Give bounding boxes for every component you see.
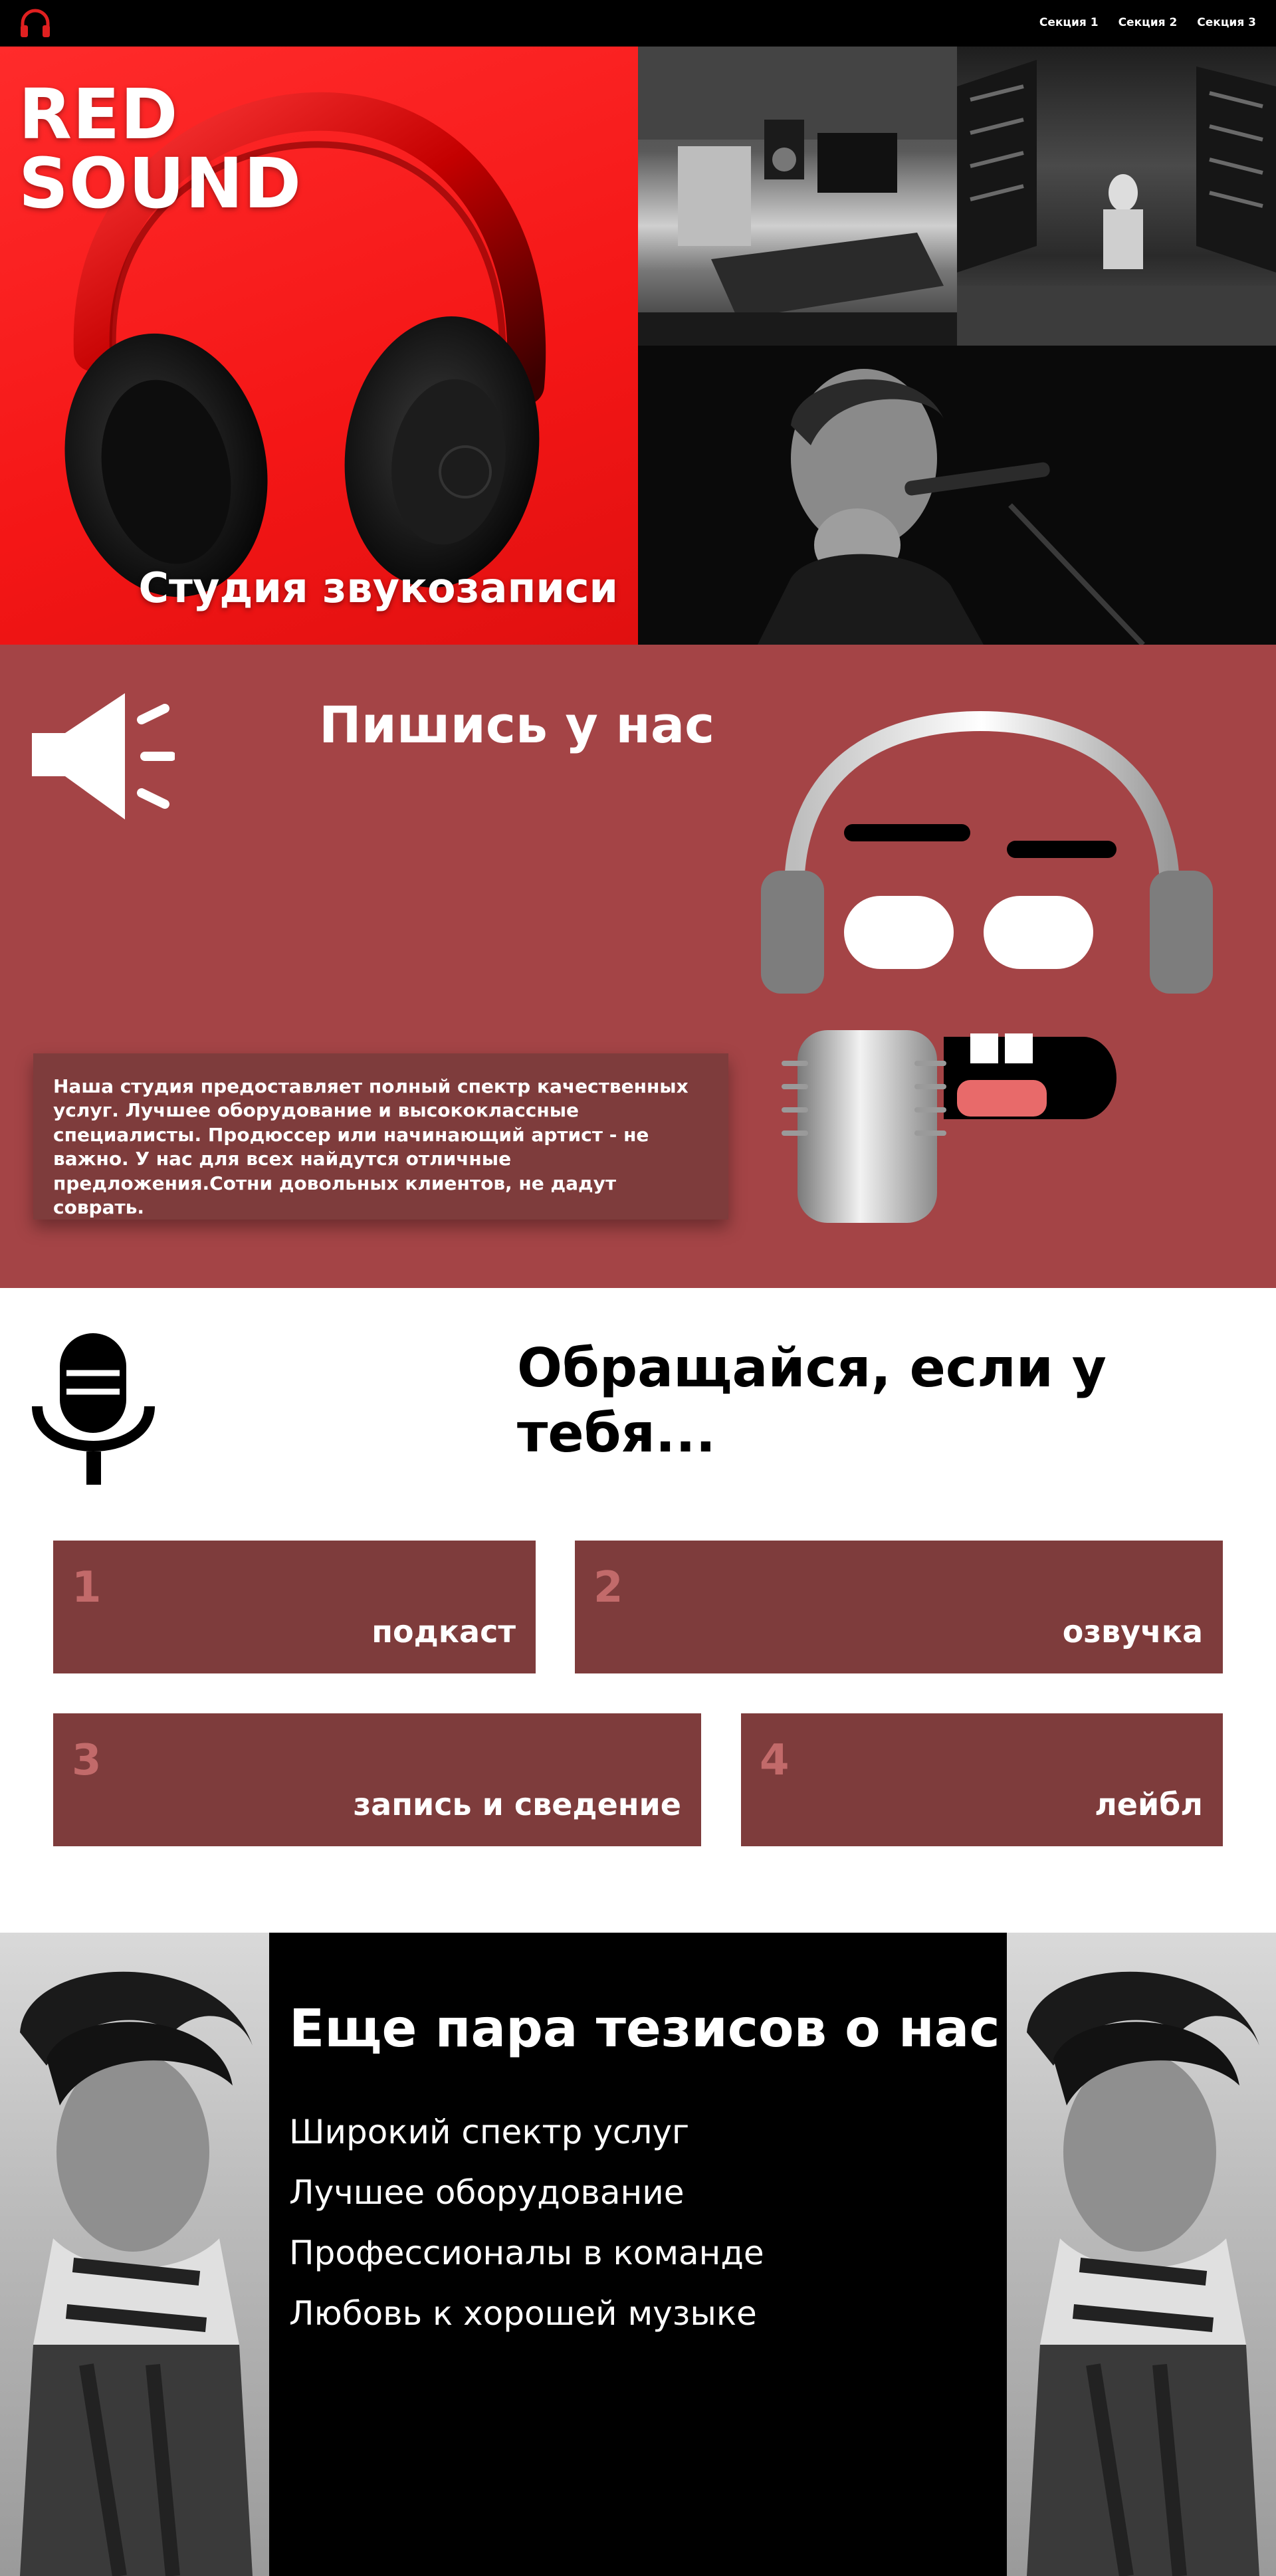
theses-list: Широкий спектр услуг Лучшее оборудование… xyxy=(289,2102,764,2344)
nav-links: Секция 1 Секция 2 Секция 3 xyxy=(1039,16,1256,29)
hero-subtitle: Студия звукозаписи xyxy=(138,564,618,612)
section-title: Еще пара тезисов о нас xyxy=(289,1999,1000,2059)
service-label: запись и сведение xyxy=(353,1786,681,1822)
portrait-photo-right xyxy=(1007,1933,1276,2576)
brand-title: RED SOUND xyxy=(19,80,484,218)
list-item: Широкий спектр услуг xyxy=(289,2113,690,2151)
nav-link-section-2[interactable]: Секция 2 xyxy=(1118,16,1178,29)
list-item: Лучшее оборудование xyxy=(289,2173,685,2212)
portrait-photo-left xyxy=(0,1933,269,2576)
record-with-us-section: Пишись у нас Наша студия предоставляет п… xyxy=(0,645,1276,1288)
service-card-voiceover[interactable]: 2 озвучка xyxy=(575,1541,1223,1673)
headphone-character-illustration xyxy=(761,710,1213,1223)
headphones-icon[interactable] xyxy=(17,5,53,41)
hero-section: RED SOUND Студия звукозаписи xyxy=(0,47,1276,645)
service-card-podcast[interactable]: 1 подкаст xyxy=(53,1541,536,1673)
service-number: 1 xyxy=(72,1563,102,1612)
service-number: 2 xyxy=(593,1563,623,1612)
microphone-icon xyxy=(32,1333,155,1485)
section-title: Обращайся, если у тебя... xyxy=(517,1337,1107,1464)
section-title: Пишись у нас xyxy=(319,695,715,754)
nav-link-section-1[interactable]: Секция 1 xyxy=(1039,16,1099,29)
speaker-icon xyxy=(32,693,175,819)
top-navbar: Секция 1 Секция 2 Секция 3 xyxy=(0,0,1276,47)
list-item: Любовь к хорошей музыке xyxy=(289,2294,757,2333)
studio-photo-control-room xyxy=(638,47,957,346)
singer-photo xyxy=(638,346,1276,645)
nav-link-section-3[interactable]: Секция 3 xyxy=(1197,16,1256,29)
service-card-label[interactable]: 4 лейбл xyxy=(741,1713,1223,1846)
service-number: 4 xyxy=(760,1736,790,1785)
list-item: Профессионалы в команде xyxy=(289,2234,764,2272)
studio-description-card: Наша студия предоставляет полный спектр … xyxy=(33,1053,728,1220)
studio-description: Наша студия предоставляет полный спектр … xyxy=(53,1075,689,1218)
hero-red-panel: RED SOUND Студия звукозаписи xyxy=(0,47,638,645)
brand-title-line2: SOUND xyxy=(19,143,302,224)
service-label: подкаст xyxy=(372,1614,516,1650)
studio-photo-booth xyxy=(957,47,1276,346)
service-card-recording-mixing[interactable]: 3 запись и сведение xyxy=(53,1713,701,1846)
service-label: лейбл xyxy=(1095,1786,1203,1822)
service-label: озвучка xyxy=(1062,1614,1203,1650)
services-section: Обращайся, если у тебя... 1 подкаст 2 оз… xyxy=(0,1288,1276,1933)
about-theses-section: Еще пара тезисов о нас Широкий спектр ус… xyxy=(0,1933,1276,2576)
service-number: 3 xyxy=(72,1736,102,1785)
